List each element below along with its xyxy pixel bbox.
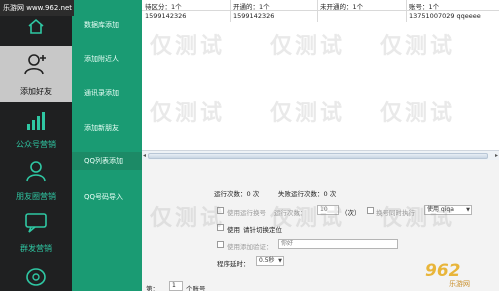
nav-label-moments: 朋友圈营销 <box>16 192 56 201</box>
table-header: 待区分：1个 开通的：1个 未开通的：1个 账号：1个 <box>142 0 499 11</box>
nav-item-official-account[interactable]: 公众号营销 <box>0 106 72 152</box>
brand-text: 乐游网 <box>449 280 470 288</box>
col-header-opened[interactable]: 开通的：1个 <box>233 1 270 11</box>
home-icon <box>27 18 45 36</box>
brand-number: 962 <box>425 261 461 281</box>
fail-count-stat: 失败运行次数：0 次 <box>278 190 337 198</box>
sub-item-contacts[interactable]: 通讯录添加 <box>72 88 142 98</box>
bar-chart-icon <box>25 110 47 134</box>
scroll-left-icon[interactable]: ◂ <box>143 152 146 159</box>
watermark: 仅测试 <box>270 34 346 59</box>
chat-icon <box>24 212 48 236</box>
nav-item-home[interactable] <box>0 16 72 46</box>
add-user-icon <box>23 52 49 78</box>
delay-value: 0.5秒 <box>259 257 275 264</box>
main-nav: 添加好友 公众号营销 朋友圈营销 群发营销 <box>0 0 72 291</box>
nav-item-add-friend[interactable]: 添加好友 <box>0 46 72 102</box>
validation-checkbox[interactable] <box>217 241 224 248</box>
nav-item-moments[interactable]: 朋友圈营销 <box>0 156 72 202</box>
nav-label-official-account: 公众号营销 <box>16 140 56 149</box>
watermark: 仅测试 <box>150 34 226 59</box>
after-n-checkbox[interactable] <box>367 207 374 214</box>
use-label: 使用 <box>227 226 240 234</box>
watermark: 仅测试 <box>150 101 226 126</box>
nav-label-broadcast: 群发营销 <box>20 244 52 253</box>
sub-item-qq-list[interactable]: QQ列表添加 <box>72 152 142 170</box>
users-icon <box>24 160 48 184</box>
watermark: 仅测试 <box>270 101 346 126</box>
watermark: 仅测试 <box>380 206 456 231</box>
page-prefix: 第： <box>146 285 159 291</box>
nav-label-add-friend: 添加好友 <box>20 87 52 96</box>
watermark: 仅测试 <box>270 206 346 231</box>
cell-pending: 1599142326 <box>145 12 187 20</box>
page-suffix: 个账号 <box>186 285 206 291</box>
delay-select[interactable]: 0.5秒 ▼ <box>256 256 284 266</box>
col-header-pending[interactable]: 待区分：1个 <box>145 1 182 11</box>
use-run-switch-label: 使用运行换号 <box>227 209 266 217</box>
watermark: 仅测试 <box>150 206 226 231</box>
validation-label: 使用添加验证： <box>227 243 273 251</box>
cell-account: 13751007029 qqeeee <box>409 12 481 20</box>
delay-label: 程序延时： <box>217 260 250 268</box>
col-header-account[interactable]: 账号：1个 <box>409 1 439 11</box>
bubble-icon <box>24 266 48 290</box>
nav-item-bubble[interactable] <box>0 262 72 291</box>
watermark: 仅测试 <box>380 101 456 126</box>
table-row[interactable]: 1599142326 1599142326 13751007029 qqeeee <box>142 11 499 21</box>
run-count-stat: 运行次数：0 次 <box>214 190 260 198</box>
watermark: 仅测试 <box>380 34 456 59</box>
site-tag: 乐游网 www.962.net <box>0 0 74 16</box>
chevron-down-icon: ▼ <box>278 258 282 264</box>
validation-input[interactable]: 你好 <box>278 239 398 249</box>
sub-menu: 数据库添加 添加附近人 通讯录添加 添加新朋友 QQ列表添加 QQ号码导入 <box>72 0 142 291</box>
cell-opened: 1599142326 <box>233 12 275 20</box>
col-header-unopened[interactable]: 未开通的：1个 <box>320 1 363 11</box>
nav-item-broadcast[interactable]: 群发营销 <box>0 208 72 254</box>
horizontal-scrollbar[interactable]: ◂ ▸ <box>142 150 499 160</box>
sub-item-new-friends[interactable]: 添加新朋友 <box>72 123 142 133</box>
sub-item-database[interactable]: 数据库添加 <box>72 20 142 30</box>
scroll-right-icon[interactable]: ▸ <box>495 152 498 159</box>
app-window: 乐游网 www.962.net 添加好友 公众号营销 朋友圈营销 群发营销 数据… <box>0 0 499 291</box>
chevron-down-icon: ▼ <box>466 207 470 213</box>
sub-item-nearby[interactable]: 添加附近人 <box>72 54 142 64</box>
scrollbar-thumb[interactable] <box>148 153 488 159</box>
page-input[interactable]: 1 <box>169 281 183 291</box>
brand-logo: 962 乐游网 <box>403 261 495 289</box>
sub-item-qq-import[interactable]: QQ号码导入 <box>72 192 142 202</box>
